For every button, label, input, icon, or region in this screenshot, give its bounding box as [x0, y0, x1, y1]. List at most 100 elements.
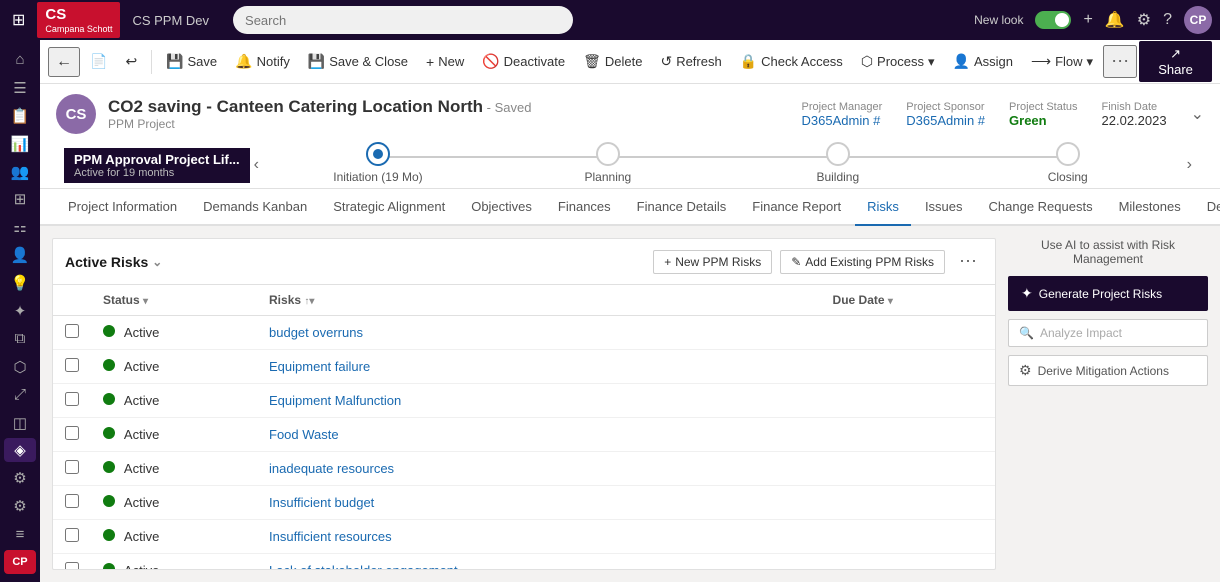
risk-link[interactable]: Insufficient budget [269, 495, 374, 510]
process-button[interactable]: ⬡ Process ▾ [853, 49, 943, 74]
help-icon[interactable]: ? [1163, 11, 1172, 29]
sidebar-box-icon[interactable]: ◫ [4, 411, 36, 435]
sidebar-people-icon[interactable]: 👥 [4, 160, 36, 184]
sidebar-docs-icon[interactable]: 📋 [4, 104, 36, 128]
content-area: Active Risks ⌄ + New PPM Risks ✎ Add Exi… [40, 226, 1220, 582]
generate-risks-button[interactable]: ✦ Generate Project Risks [1008, 276, 1208, 311]
sidebar-chart-icon[interactable]: 📊 [4, 132, 36, 156]
row-status-cell: Active [91, 418, 257, 452]
sidebar-list-icon[interactable]: ≡ [4, 522, 36, 546]
sidebar-home-icon[interactable]: ⌂ [4, 48, 36, 72]
derive-mitigation-button[interactable]: ⚙ Derive Mitigation Actions [1008, 355, 1208, 386]
risk-link[interactable]: Food Waste [269, 427, 339, 442]
sidebar-bulb-icon[interactable]: 💡 [4, 271, 36, 295]
stage-planning-label[interactable]: Planning [585, 170, 632, 184]
risk-link[interactable]: Equipment failure [269, 359, 370, 374]
save-close-icon: 💾 [308, 53, 325, 70]
plus-icon[interactable]: + [1083, 11, 1092, 29]
back-button[interactable]: ← [48, 47, 80, 77]
tab-project-information[interactable]: Project Information [56, 189, 189, 226]
risk-link[interactable]: Equipment Malfunction [269, 393, 401, 408]
refresh-icon: ↺ [660, 53, 672, 70]
tab-milestones[interactable]: Milestones [1107, 189, 1193, 226]
tab-finances[interactable]: Finances [546, 189, 623, 226]
tab-change-requests[interactable]: Change Requests [977, 189, 1105, 226]
tab-objectives[interactable]: Objectives [459, 189, 544, 226]
deactivate-button[interactable]: 🚫 Deactivate [474, 49, 573, 74]
sidebar-cp-icon[interactable]: CP [4, 550, 36, 574]
row-checkbox[interactable] [65, 460, 79, 474]
th-status[interactable]: Status ▾ [91, 285, 257, 316]
tab-finance-report[interactable]: Finance Report [740, 189, 853, 226]
row-checkbox[interactable] [65, 324, 79, 338]
save-button[interactable]: 💾 Save [158, 49, 225, 74]
status-dot [103, 359, 115, 371]
tab-strategic-alignment[interactable]: Strategic Alignment [321, 189, 457, 226]
page-view-button[interactable]: 📄 [82, 49, 115, 74]
row-checkbox[interactable] [65, 528, 79, 542]
sidebar-person-icon[interactable]: 👤 [4, 243, 36, 267]
stage-next-button[interactable]: › [1183, 152, 1196, 178]
check-access-button[interactable]: 🔒 Check Access [732, 49, 851, 74]
search-input[interactable] [233, 6, 573, 34]
row-due-date-cell [821, 384, 995, 418]
tab-risks[interactable]: Risks [855, 189, 911, 226]
grid-icon[interactable]: ⊞ [8, 6, 29, 34]
notify-button[interactable]: 🔔 Notify [227, 49, 298, 74]
row-due-date-cell [821, 554, 995, 570]
row-checkbox[interactable] [65, 562, 79, 569]
sidebar-share-icon[interactable]: ⤢ [4, 383, 36, 407]
row-checkbox[interactable] [65, 426, 79, 440]
risks-title-chevron[interactable]: ⌄ [152, 255, 162, 269]
bell-icon[interactable]: 🔔 [1105, 10, 1125, 30]
row-checkbox[interactable] [65, 392, 79, 406]
sidebar-star-icon[interactable]: ✦ [4, 299, 36, 323]
stage-building-label[interactable]: Building [816, 170, 859, 184]
settings-icon[interactable]: ⚙ [1137, 10, 1151, 30]
delete-button[interactable]: 🗑 Delete [575, 49, 650, 74]
avatar[interactable]: CP [1184, 6, 1212, 34]
stage-prev-button[interactable]: ‹ [250, 152, 263, 178]
th-risks[interactable]: Risks ↑▾ [257, 285, 821, 316]
risk-link[interactable]: inadequate resources [269, 461, 394, 476]
more-button[interactable]: ⋯ [1103, 45, 1137, 78]
row-checkbox[interactable] [65, 494, 79, 508]
sidebar-cog-icon[interactable]: ⚙ [4, 466, 36, 490]
row-checkbox[interactable] [65, 358, 79, 372]
tab-issues[interactable]: Issues [913, 189, 975, 226]
sidebar-network-icon[interactable]: ⬡ [4, 355, 36, 379]
th-due-date[interactable]: Due Date ▾ [821, 285, 995, 316]
risks-table: Status ▾ Risks ↑▾ Due Date ▾ [53, 285, 995, 569]
sidebar-filter-icon[interactable]: ⧉ [4, 327, 36, 351]
share-button[interactable]: ↗ Share [1139, 41, 1212, 82]
search-bar[interactable] [233, 6, 573, 34]
record-expand-button[interactable]: ⌄ [1191, 104, 1204, 124]
tab-deliverables[interactable]: Deliverables [1195, 189, 1220, 226]
new-look-toggle[interactable] [1035, 11, 1071, 29]
tab-finance-details[interactable]: Finance Details [625, 189, 739, 226]
assign-button[interactable]: 👤 Assign [945, 49, 1021, 74]
flow-button[interactable]: ⟶ Flow ▾ [1023, 49, 1101, 74]
sidebar-menu-icon[interactable]: ☰ [4, 76, 36, 100]
sidebar-grid-icon[interactable]: ⊞ [4, 187, 36, 211]
risk-link[interactable]: Insufficient resources [269, 529, 392, 544]
save-close-button[interactable]: 💾 Save & Close [300, 49, 416, 74]
sidebar-cog2-icon[interactable]: ⚙ [4, 494, 36, 518]
add-existing-ppm-risks-button[interactable]: ✎ Add Existing PPM Risks [780, 250, 945, 274]
undo-button[interactable]: ↩ [117, 49, 145, 74]
tab-demands-kanban[interactable]: Demands Kanban [191, 189, 319, 226]
new-button[interactable]: + New [418, 50, 472, 74]
sidebar-active-icon[interactable]: ◈ [4, 438, 36, 462]
refresh-button[interactable]: ↺ Refresh [652, 49, 729, 74]
risk-link[interactable]: Lack of stakeholder engagement [269, 563, 458, 569]
stage-initiation-label[interactable]: Initiation (19 Mo) [333, 170, 422, 184]
risks-tbody: Active budget overruns Active Equipment … [53, 316, 995, 570]
risk-link[interactable]: budget overruns [269, 325, 363, 340]
status-text: Active [124, 563, 159, 569]
new-ppm-risks-button[interactable]: + New PPM Risks [653, 250, 772, 274]
row-checkbox-cell [53, 418, 91, 452]
analyze-impact-button[interactable]: 🔍 Analyze Impact [1008, 319, 1208, 347]
risks-more-button[interactable]: ⋯ [953, 249, 983, 274]
stage-closing-label[interactable]: Closing [1048, 170, 1088, 184]
sidebar-kanban-icon[interactable]: ⚏ [4, 215, 36, 239]
